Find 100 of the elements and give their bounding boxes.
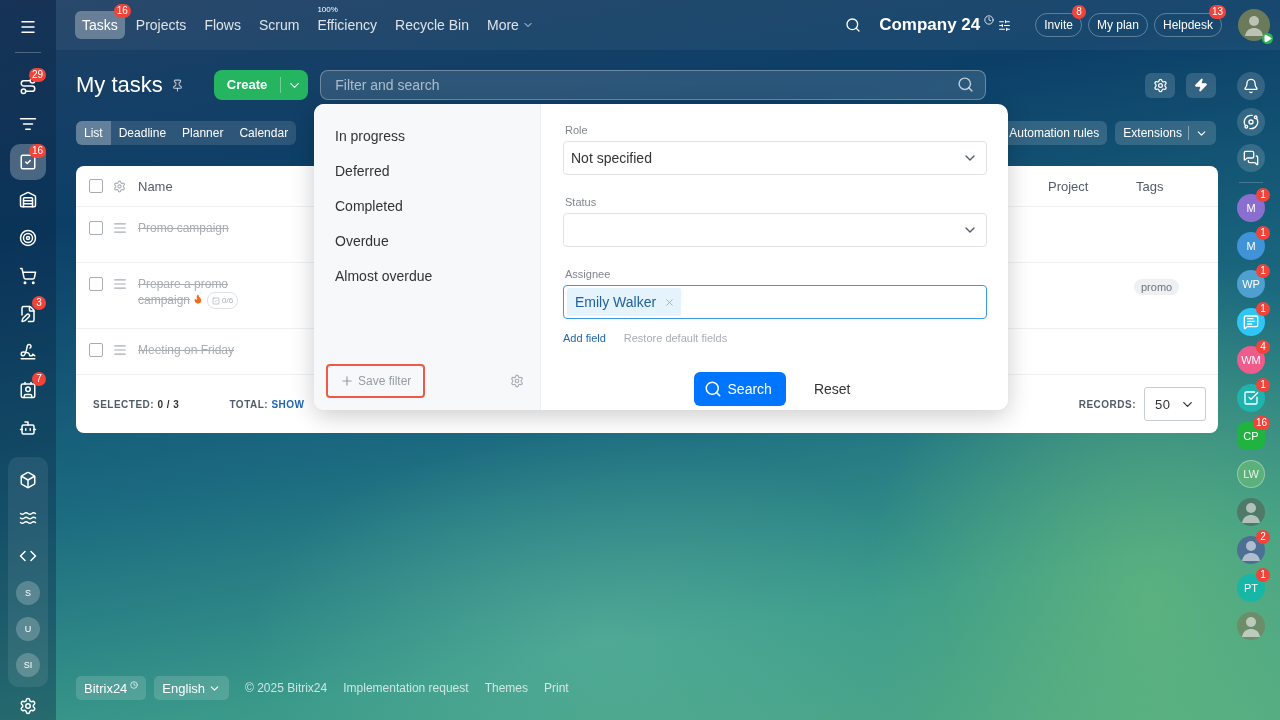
rail-button[interactable]	[1237, 144, 1265, 172]
gear-icon	[1152, 77, 1168, 93]
lightning-icon	[1194, 78, 1208, 92]
sidebar-item[interactable]: 16	[10, 144, 46, 180]
selected-count: SELECTED: 0 / 3	[93, 398, 180, 410]
column-header[interactable]: Tags	[1136, 178, 1218, 194]
robot-icon	[19, 419, 37, 437]
play-icon	[1262, 33, 1273, 44]
copyright-text: © 2025 Bitrix24	[245, 681, 328, 695]
tasks-icon	[19, 153, 37, 171]
rail-button[interactable]	[1237, 108, 1265, 136]
rail-button[interactable]	[1237, 72, 1265, 100]
company-name[interactable]: Company 24	[879, 15, 981, 35]
nav-tab[interactable]: Efficiency	[310, 11, 385, 39]
row-checkbox[interactable]	[89, 277, 103, 291]
nav-tab[interactable]: Scrum	[251, 11, 307, 39]
nav-tab[interactable]: More	[480, 11, 541, 39]
lightning-button[interactable]	[1186, 72, 1216, 98]
sidebar-item[interactable]: 3	[10, 296, 46, 332]
menu-icon[interactable]	[19, 18, 37, 36]
assignee-chip[interactable]: Emily Walker	[567, 288, 682, 316]
person-avatar[interactable]	[1237, 498, 1265, 526]
app-avatar[interactable]: SI	[16, 653, 40, 677]
nav-tab[interactable]: Flows	[197, 11, 248, 39]
task-name[interactable]: Prepare a promo campaign 0/6	[138, 277, 248, 309]
user-avatar[interactable]	[1238, 9, 1270, 41]
filter-preset[interactable]: In progress	[326, 124, 528, 159]
row-checkbox[interactable]	[89, 221, 103, 235]
view-tab[interactable]: Calendar	[231, 121, 297, 145]
restore-fields-link[interactable]: Restore default fields	[623, 332, 728, 344]
drag-handle-icon[interactable]	[113, 343, 127, 357]
page-title: My tasks	[76, 72, 163, 98]
counter-badge: 16	[1252, 416, 1270, 430]
clock-icon	[984, 15, 995, 25]
view-tab[interactable]: Deadline	[110, 121, 175, 145]
checklist-badge: 0/6	[207, 292, 239, 309]
bell-icon	[1243, 78, 1259, 94]
app-avatar[interactable]: S	[16, 581, 40, 605]
box-icon[interactable]	[19, 471, 37, 489]
task-name[interactable]: Meeting on Friday	[138, 343, 248, 358]
search-icon[interactable]	[845, 17, 862, 33]
counter-badge: 7	[32, 372, 46, 386]
filter-preset[interactable]: Completed	[326, 194, 528, 229]
assignee-field[interactable]: Emily Walker	[563, 285, 987, 319]
field-label: Role	[565, 124, 589, 136]
cart-icon	[19, 267, 37, 285]
tag[interactable]: promo	[1134, 279, 1180, 295]
sliders-icon[interactable]	[998, 18, 1012, 32]
brand-button[interactable]: Bitrix24	[76, 676, 147, 700]
funnel-icon	[19, 115, 37, 133]
checkbox-icon	[212, 296, 221, 305]
pin-icon[interactable]	[170, 78, 184, 92]
counter-badge: 3	[32, 296, 46, 310]
save-filter-button[interactable]: Save filter	[326, 364, 426, 398]
nav-tab[interactable]: Projects	[128, 11, 194, 39]
footer-link[interactable]: Print	[544, 681, 569, 695]
filter-preset[interactable]: Overdue	[326, 229, 528, 264]
counter-badge: 8	[1071, 5, 1086, 19]
waves-icon[interactable]	[19, 509, 37, 527]
drag-handle-icon[interactable]	[113, 221, 127, 235]
column-header[interactable]: Project	[1048, 178, 1136, 194]
select-field[interactable]	[563, 213, 987, 247]
search-button[interactable]: Search	[693, 372, 786, 406]
signature-icon	[19, 343, 37, 361]
drag-handle-icon[interactable]	[113, 277, 127, 291]
contact-avatar[interactable]: LW	[1237, 460, 1265, 488]
add-field-link[interactable]: Add field	[563, 332, 606, 344]
select-all-checkbox[interactable]	[89, 179, 103, 193]
app-avatar[interactable]: U	[16, 617, 40, 641]
select-field[interactable]: Not specified	[563, 141, 987, 175]
filter-preset[interactable]: Deferred	[326, 159, 528, 194]
chat-icon	[1243, 150, 1259, 166]
copilot-icon	[1243, 114, 1259, 130]
contact-icon	[19, 381, 37, 399]
reset-button[interactable]: Reset	[807, 380, 857, 398]
checkbox-icon	[1243, 390, 1259, 406]
view-tab[interactable]: Planner	[174, 121, 232, 145]
counter-badge: 1	[1256, 264, 1270, 278]
row-checkbox[interactable]	[89, 343, 103, 357]
counter-badge: 1	[1256, 378, 1270, 392]
sidebar-item[interactable]: 7	[10, 372, 46, 408]
view-tab[interactable]: List	[76, 121, 111, 145]
language-select[interactable]: English	[154, 676, 229, 700]
field-label: Status	[565, 196, 598, 208]
counter-badge: 29	[28, 68, 46, 82]
counter-badge: 16	[113, 4, 131, 18]
footer-link[interactable]: Themes	[484, 681, 528, 695]
nav-tab[interactable]: Recycle Bin	[388, 11, 476, 39]
settings-button[interactable]	[1145, 72, 1175, 98]
filter-preset[interactable]: Almost overdue	[326, 264, 528, 299]
extensions-button[interactable]: Extensions	[1115, 121, 1216, 145]
task-name[interactable]: Promo campaign	[138, 221, 248, 236]
sidebar-item[interactable]: 29	[10, 68, 46, 104]
counter-badge: 1	[1256, 302, 1270, 316]
create-button[interactable]: Create	[213, 70, 309, 100]
document-icon	[19, 305, 37, 323]
counter-badge: 2	[1256, 530, 1270, 544]
counter-badge: 1	[1256, 568, 1270, 582]
footer-link[interactable]: Implementation request	[343, 681, 469, 695]
records-select[interactable]: 50	[1144, 387, 1206, 421]
